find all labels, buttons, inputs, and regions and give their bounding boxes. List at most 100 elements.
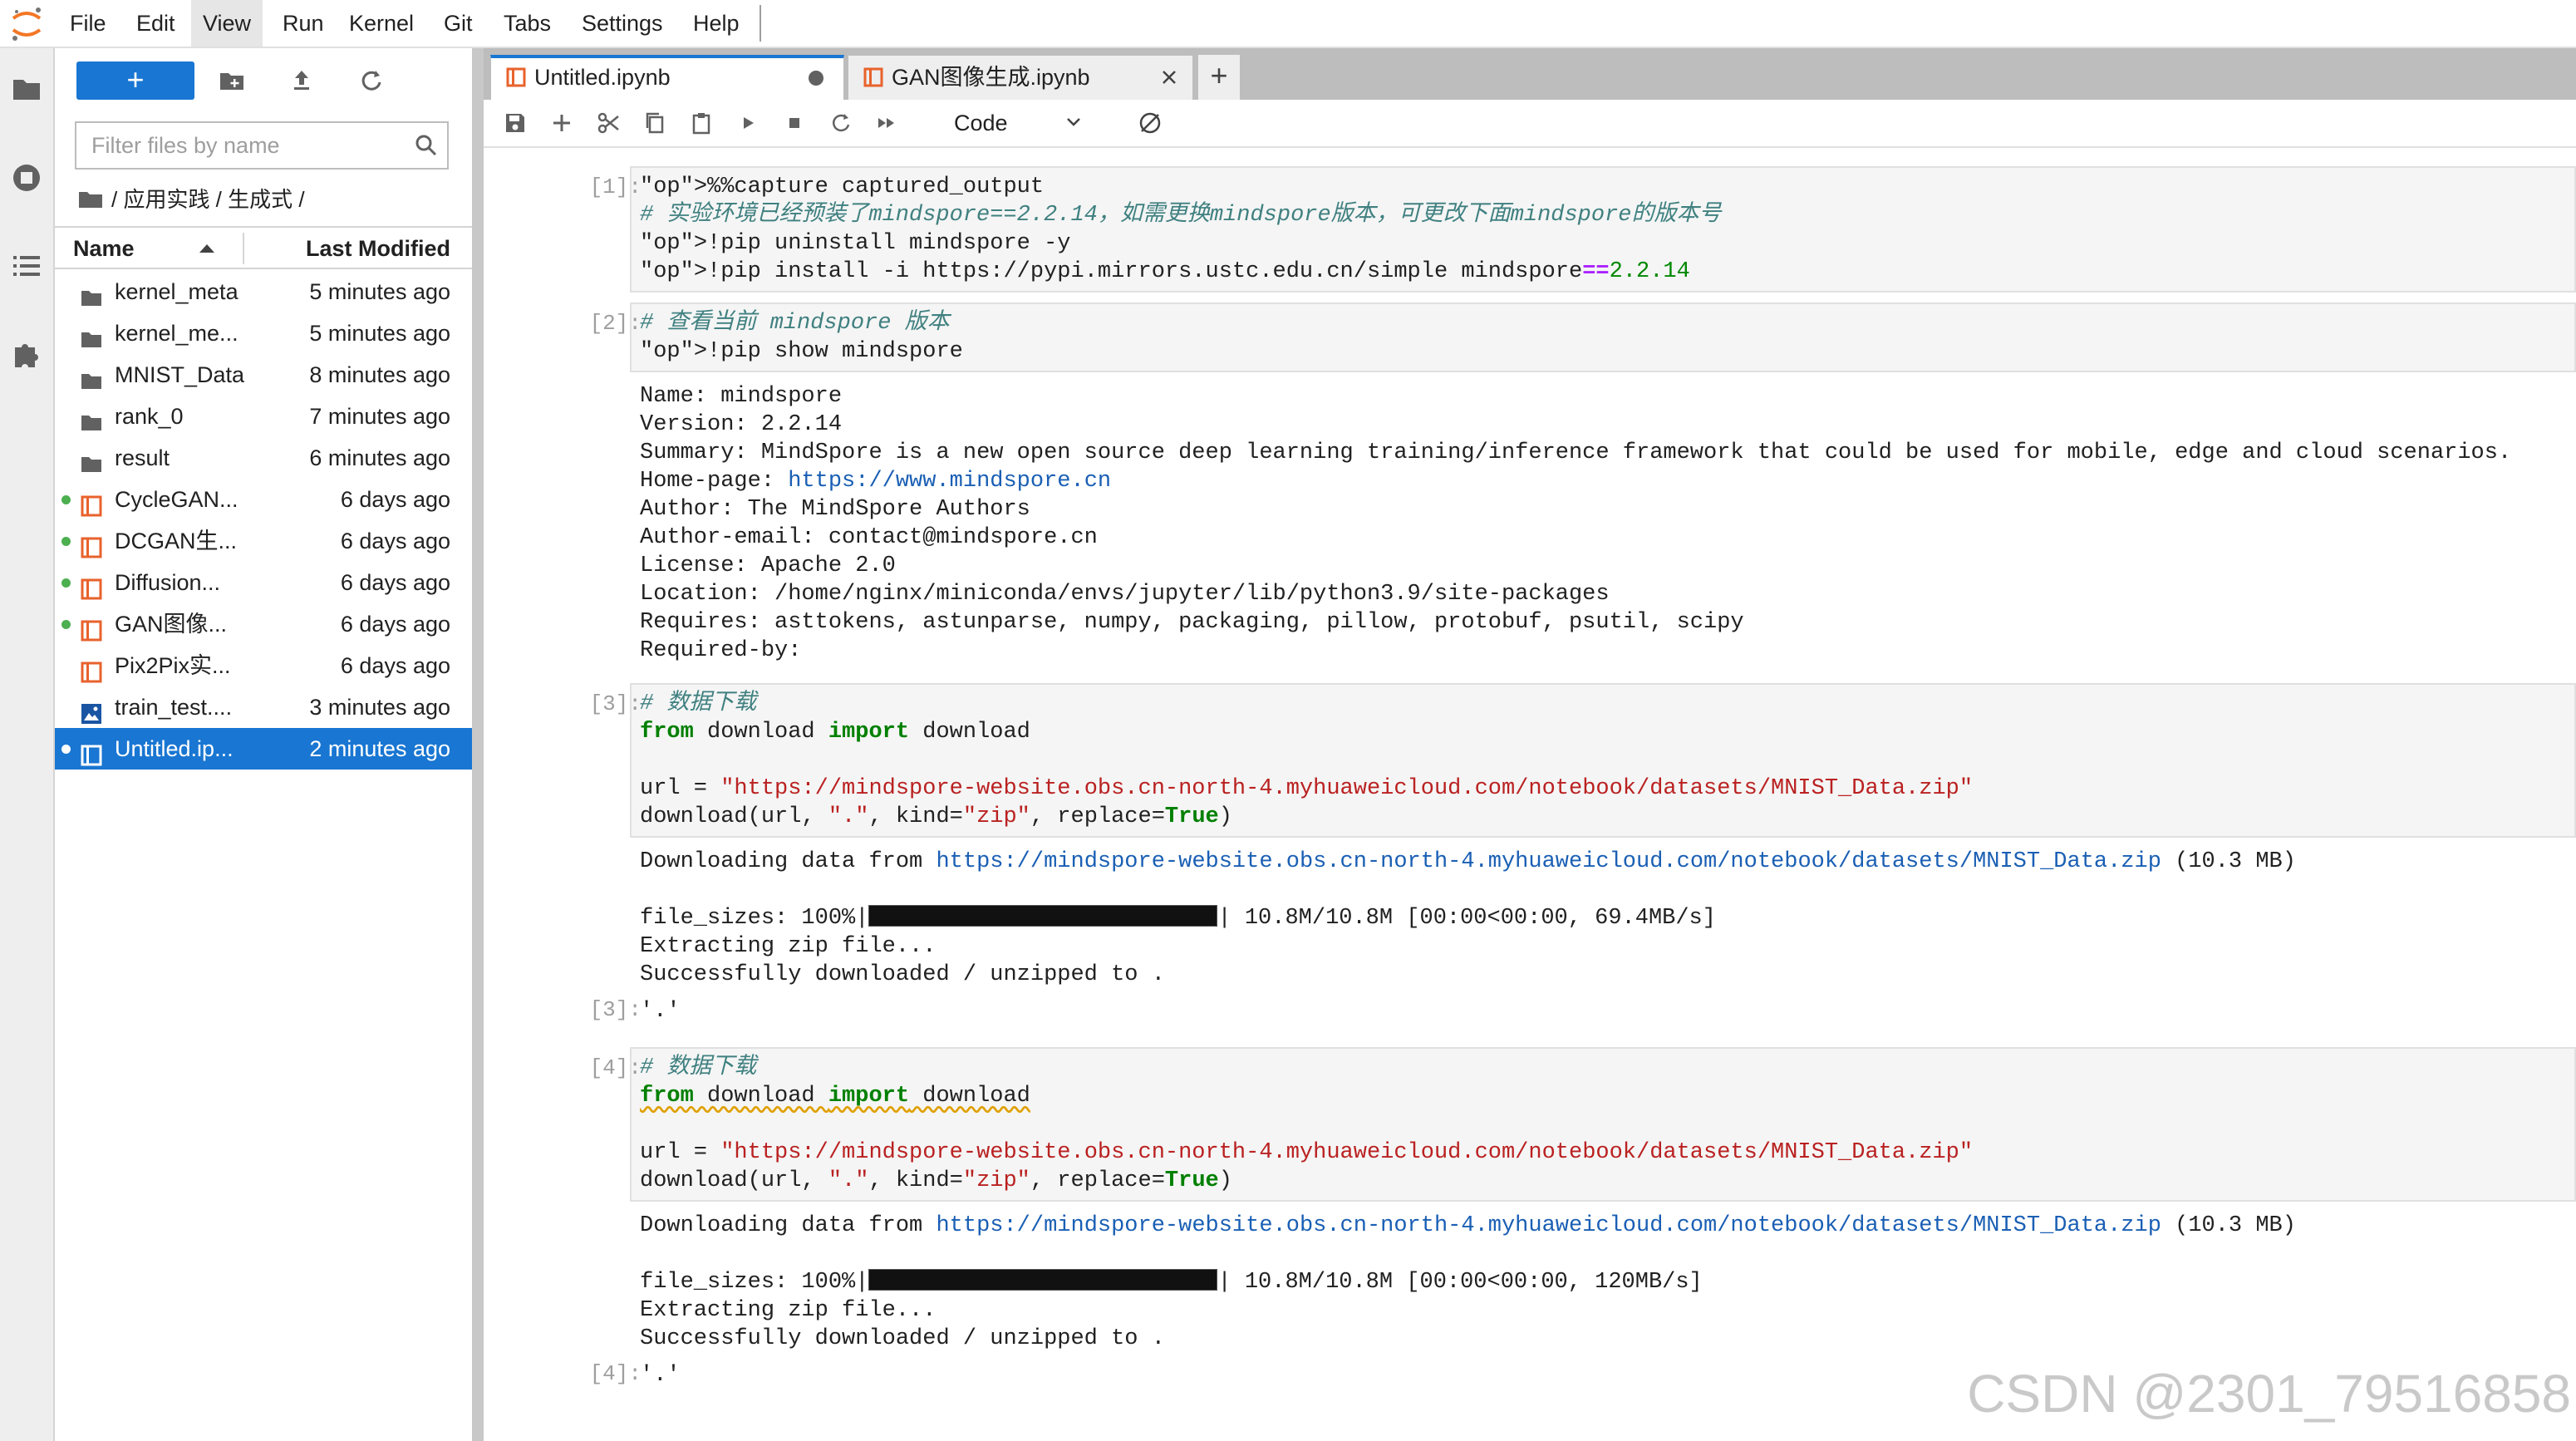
column-modified-header[interactable]: Last Modified xyxy=(306,236,450,262)
file-list-item[interactable]: Untitled.ip... 2 minutes ago xyxy=(55,728,472,770)
paste-icon[interactable] xyxy=(688,110,715,136)
code-line[interactable]: url = "https://mindspore-website.obs.cn-… xyxy=(640,775,1973,803)
file-list-item[interactable]: rank_0 7 minutes ago xyxy=(55,396,472,437)
menubar-divider xyxy=(760,5,761,42)
menu-edit[interactable]: Edit xyxy=(125,0,187,47)
folder-icon xyxy=(80,364,103,389)
panel-resize-handle[interactable] xyxy=(472,48,484,1441)
stop-icon[interactable] xyxy=(781,110,808,136)
code-line[interactable]: "op">!pip install -i https://pypi.mirror… xyxy=(640,258,1690,286)
code-line[interactable]: # 数据下载 xyxy=(640,690,756,718)
tab-untitled-notebook[interactable]: Untitled.ipynb xyxy=(490,55,844,100)
file-modified: 2 minutes ago xyxy=(309,736,450,761)
code-line[interactable]: download(url, ".", kind="zip", replace=T… xyxy=(640,803,1232,831)
document-tab-bar: Untitled.ipynb GAN图像生成.ipynb xyxy=(484,48,2576,100)
file-list-item[interactable]: kernel_meta 5 minutes ago xyxy=(55,271,472,312)
file-list-item[interactable]: kernel_me... 5 minutes ago xyxy=(55,312,472,354)
new-folder-icon[interactable] xyxy=(218,66,246,95)
output-line: Downloading data from https://mindspore-… xyxy=(640,1213,2296,1238)
output-line: Required-by: xyxy=(640,638,802,663)
output-line: Location: /home/nginx/miniconda/envs/jup… xyxy=(640,582,1610,607)
running-indicator xyxy=(61,578,71,588)
file-list-item[interactable]: MNIST_Data 8 minutes ago xyxy=(55,354,472,396)
copy-icon[interactable] xyxy=(642,110,668,136)
code-line[interactable]: "op">!pip uninstall mindspore -y xyxy=(640,229,1071,258)
file-name: kernel_meta xyxy=(115,279,238,304)
notebook-icon xyxy=(80,613,103,642)
jupyter-logo-icon xyxy=(12,7,42,41)
notebook-icon xyxy=(80,489,103,517)
output-line: License: Apache 2.0 xyxy=(640,553,896,578)
file-name: Pix2Pix实... xyxy=(115,653,231,678)
cell-result: '.' xyxy=(640,1363,681,1388)
folder-icon[interactable] xyxy=(8,70,45,106)
cell-prompt: [4]: xyxy=(589,1055,642,1080)
table-of-contents-icon[interactable] xyxy=(8,248,45,284)
activity-bar xyxy=(0,48,55,1441)
menu-tabs[interactable]: Tabs xyxy=(492,0,563,47)
file-list-item[interactable]: GAN图像... 6 days ago xyxy=(55,603,472,645)
menu-file[interactable]: File xyxy=(58,0,118,47)
file-list-item[interactable]: Diffusion... 6 days ago xyxy=(55,562,472,603)
progress-bar xyxy=(868,905,1218,927)
column-divider xyxy=(243,233,244,264)
output-line: Summary: MindSpore is a new open source … xyxy=(640,440,2512,465)
new-launcher-button[interactable]: + xyxy=(76,61,194,100)
file-name: MNIST_Data xyxy=(115,362,245,387)
cell-prompt: [4]: xyxy=(589,1361,642,1386)
notebook-icon xyxy=(80,655,103,683)
upload-icon[interactable] xyxy=(288,66,316,95)
code-line[interactable]: from download import download xyxy=(640,718,1030,746)
new-tab-button[interactable]: + xyxy=(1198,55,1240,100)
running-kernels-icon[interactable] xyxy=(8,160,45,196)
restart-kernel-icon[interactable] xyxy=(828,110,854,136)
restart-run-all-icon[interactable] xyxy=(874,110,901,136)
breadcrumb-path[interactable]: / 应用实践 / 生成式 / xyxy=(111,183,305,216)
file-modified: 5 minutes ago xyxy=(309,321,450,346)
file-list-item[interactable]: CycleGAN... 6 days ago xyxy=(55,479,472,520)
running-indicator xyxy=(61,620,71,629)
code-line[interactable]: "op">!pip show mindspore xyxy=(640,337,963,366)
menu-run[interactable]: Run xyxy=(271,0,336,47)
cut-icon[interactable] xyxy=(595,110,622,136)
filter-files-input[interactable] xyxy=(76,123,422,168)
column-name-header[interactable]: Name xyxy=(73,236,135,262)
menu-kernel[interactable]: Kernel xyxy=(337,0,425,47)
tab-gan-notebook[interactable]: GAN图像生成.ipynb xyxy=(848,55,1193,100)
close-icon[interactable] xyxy=(1159,67,1179,87)
file-list-item[interactable]: result 6 minutes ago xyxy=(55,437,472,479)
output-line: Extracting zip file... xyxy=(640,934,937,959)
file-list-item[interactable]: Pix2Pix实... 6 days ago xyxy=(55,645,472,686)
tab-label: Untitled.ipynb xyxy=(534,65,671,90)
code-line[interactable]: "op">%%capture captured_output xyxy=(640,173,1044,201)
refresh-icon[interactable] xyxy=(357,66,386,95)
file-name: result xyxy=(115,445,170,470)
kernel-status-icon[interactable] xyxy=(1137,110,1163,136)
file-name: train_test.... xyxy=(115,695,233,720)
menu-view[interactable]: View xyxy=(191,0,263,47)
file-modified: 6 days ago xyxy=(340,487,450,512)
save-icon[interactable] xyxy=(502,110,528,136)
unsaved-changes-indicator[interactable] xyxy=(809,71,823,86)
file-list-item[interactable]: DCGAN生... 6 days ago xyxy=(55,520,472,562)
code-line[interactable]: # 查看当前 mindspore 版本 xyxy=(640,309,950,337)
file-list-item[interactable]: train_test.... 3 minutes ago xyxy=(55,686,472,728)
code-line[interactable]: # 实验环境已经预装了mindspore==2.2.14，如需更换mindspo… xyxy=(640,201,1722,229)
extension-puzzle-icon[interactable] xyxy=(8,336,45,372)
menu-settings[interactable]: Settings xyxy=(570,0,675,47)
folder-icon[interactable] xyxy=(78,189,103,209)
run-icon[interactable] xyxy=(735,110,761,136)
code-line[interactable]: url = "https://mindspore-website.obs.cn-… xyxy=(640,1139,1973,1167)
cell-prompt: [3]: xyxy=(589,691,642,716)
insert-cell-icon[interactable] xyxy=(548,110,575,136)
folder-icon xyxy=(80,406,103,430)
menu-git[interactable]: Git xyxy=(432,0,484,47)
code-line[interactable]: # 数据下载 xyxy=(640,1054,756,1082)
chevron-down-icon[interactable] xyxy=(1064,111,1084,131)
running-indicator xyxy=(61,495,71,504)
menu-help[interactable]: Help xyxy=(681,0,751,47)
file-modified: 6 days ago xyxy=(340,653,450,678)
file-name: rank_0 xyxy=(115,404,184,429)
code-line[interactable]: from download import download xyxy=(640,1082,1030,1110)
code-line[interactable]: download(url, ".", kind="zip", replace=T… xyxy=(640,1167,1232,1195)
